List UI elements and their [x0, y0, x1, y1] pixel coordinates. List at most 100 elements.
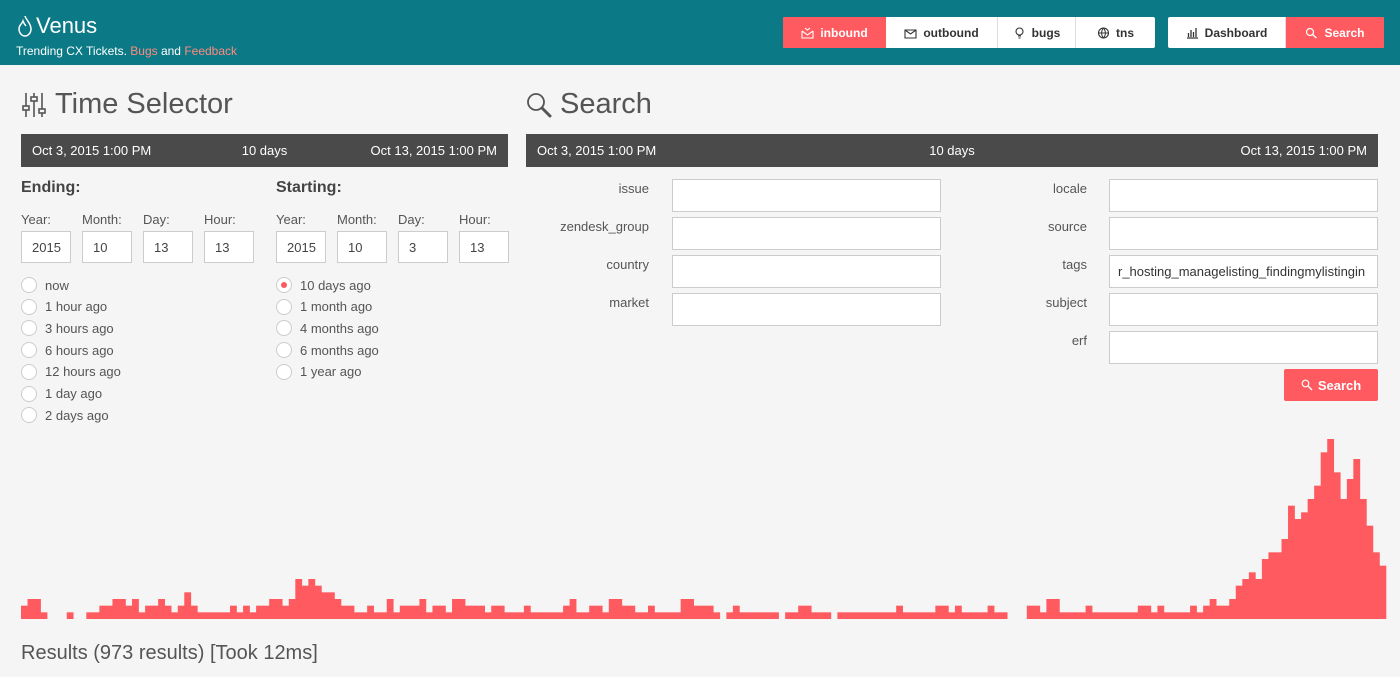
- search-input-country[interactable]: [672, 255, 941, 288]
- histogram-bar: [138, 612, 146, 619]
- ending-hour-input[interactable]: 13: [204, 231, 254, 263]
- search-input-subject[interactable]: [1109, 293, 1378, 326]
- search-input-issue[interactable]: [672, 179, 941, 212]
- starting-option[interactable]: 4 months ago: [276, 320, 379, 337]
- radio-button[interactable]: [276, 320, 292, 337]
- feedback-link[interactable]: Feedback: [184, 44, 237, 58]
- histogram-bar: [308, 579, 316, 619]
- ending-day-input[interactable]: 13: [143, 231, 193, 263]
- ending-option[interactable]: 3 hours ago: [21, 320, 114, 337]
- histogram-bar: [641, 612, 649, 619]
- histogram-bar: [772, 612, 779, 619]
- histogram-bar: [1235, 585, 1243, 619]
- histogram-bar: [1255, 579, 1263, 619]
- radio-label: 1 month ago: [300, 299, 373, 315]
- search-input-source[interactable]: [1109, 217, 1378, 250]
- histogram-bar: [1046, 599, 1054, 619]
- histogram-bar: [1196, 612, 1204, 619]
- histogram-bar: [582, 612, 590, 619]
- app-title[interactable]: Venus: [16, 12, 237, 40]
- tab-tns[interactable]: tns: [1076, 17, 1155, 48]
- tab-bugs[interactable]: bugs: [998, 17, 1076, 48]
- search-input-market[interactable]: [672, 293, 941, 326]
- histogram-bar: [530, 612, 538, 619]
- histogram-bar: [86, 612, 94, 619]
- radio-button[interactable]: [276, 363, 292, 380]
- ending-option[interactable]: 12 hours ago: [21, 363, 121, 380]
- ending-month-input[interactable]: 10: [82, 231, 132, 263]
- starting-day-label: Day:: [398, 212, 425, 227]
- histogram-bar: [1274, 552, 1282, 619]
- starting-month-input[interactable]: 10: [337, 231, 387, 263]
- histogram-bar: [674, 612, 681, 619]
- histogram-bar: [824, 612, 832, 619]
- radio-button[interactable]: [21, 342, 37, 359]
- tab-outbound[interactable]: outbound: [886, 17, 998, 48]
- radio-button[interactable]: [21, 320, 37, 337]
- bugs-link[interactable]: Bugs: [130, 44, 157, 58]
- histogram-bar: [595, 605, 603, 619]
- ending-year-input[interactable]: 2015: [21, 231, 71, 263]
- histogram-bar: [759, 612, 766, 619]
- starting-option[interactable]: 10 days ago: [276, 277, 371, 293]
- histogram-bar: [785, 612, 792, 619]
- starting-year-label: Year:: [276, 212, 306, 227]
- search-range-bar[interactable]: Oct 3, 2015 1:00 PM 10 days Oct 13, 2015…: [526, 134, 1378, 167]
- radio-button[interactable]: [21, 277, 37, 293]
- histogram-bar: [432, 605, 440, 619]
- histogram-bar: [510, 612, 518, 619]
- histogram-bar: [203, 612, 211, 619]
- search-input-locale[interactable]: [1109, 179, 1378, 212]
- starting-hour-label: Hour:: [459, 212, 491, 227]
- radio-button[interactable]: [276, 342, 292, 359]
- histogram-bar: [935, 605, 943, 619]
- search-nav-button[interactable]: Search: [1286, 17, 1384, 48]
- radio-label: 6 months ago: [300, 342, 379, 358]
- radio-button[interactable]: [276, 277, 292, 293]
- app-name: Venus: [36, 13, 98, 38]
- histogram-bar: [752, 612, 760, 619]
- ending-option[interactable]: 1 day ago: [21, 385, 102, 402]
- ending-option[interactable]: 2 days ago: [21, 407, 109, 424]
- tagline: Trending CX Tickets. Bugs and Feedback: [16, 44, 238, 58]
- search-input-tags[interactable]: r_hosting_managelisting_findingmylisting…: [1109, 255, 1378, 288]
- ending-option[interactable]: 1 hour ago: [21, 298, 108, 315]
- starting-option[interactable]: 6 months ago: [276, 342, 379, 359]
- radio-button[interactable]: [21, 385, 37, 402]
- time-range-bar[interactable]: Oct 3, 2015 1:00 PM 10 days Oct 13, 2015…: [21, 134, 508, 167]
- starting-option[interactable]: 1 year ago: [276, 363, 361, 380]
- histogram-bar: [1320, 452, 1328, 619]
- search-input-erf[interactable]: [1109, 331, 1378, 364]
- histogram-bar: [282, 605, 290, 619]
- starting-day-input[interactable]: 3: [398, 231, 448, 263]
- histogram-bar: [621, 605, 629, 619]
- ending-option[interactable]: now: [21, 277, 69, 293]
- search-input-zendesk-group[interactable]: [672, 217, 941, 250]
- search-label-erf: erf: [1071, 333, 1087, 348]
- radio-button[interactable]: [21, 298, 37, 315]
- histogram-bar: [40, 612, 48, 619]
- radio-button[interactable]: [21, 363, 37, 380]
- histogram-bar: [745, 612, 753, 619]
- histogram-bar: [817, 612, 825, 619]
- histogram-bar: [171, 612, 179, 619]
- radio-label: 1 hour ago: [45, 299, 108, 315]
- search-icon: [1301, 379, 1313, 391]
- starting-option[interactable]: 1 month ago: [276, 298, 373, 315]
- histogram-bar: [883, 612, 890, 619]
- histogram-bar: [197, 612, 205, 619]
- search-range-end: Oct 13, 2015 1:00 PM: [1240, 143, 1367, 158]
- starting-year-input[interactable]: 2015: [276, 231, 326, 263]
- bulb-icon: [1015, 26, 1024, 39]
- radio-button[interactable]: [276, 298, 292, 315]
- search-submit-button[interactable]: Search: [1284, 369, 1378, 401]
- ending-option[interactable]: 6 hours ago: [21, 342, 114, 359]
- dashboard-button[interactable]: Dashboard: [1168, 17, 1286, 48]
- tab-inbound[interactable]: inbound: [783, 17, 886, 48]
- radio-button[interactable]: [21, 407, 37, 424]
- search-label-issue: issue: [618, 181, 649, 196]
- histogram-bar: [275, 599, 283, 619]
- histogram-bar: [1118, 612, 1126, 619]
- histogram-bar: [1353, 459, 1361, 619]
- histogram-bar: [1000, 612, 1008, 619]
